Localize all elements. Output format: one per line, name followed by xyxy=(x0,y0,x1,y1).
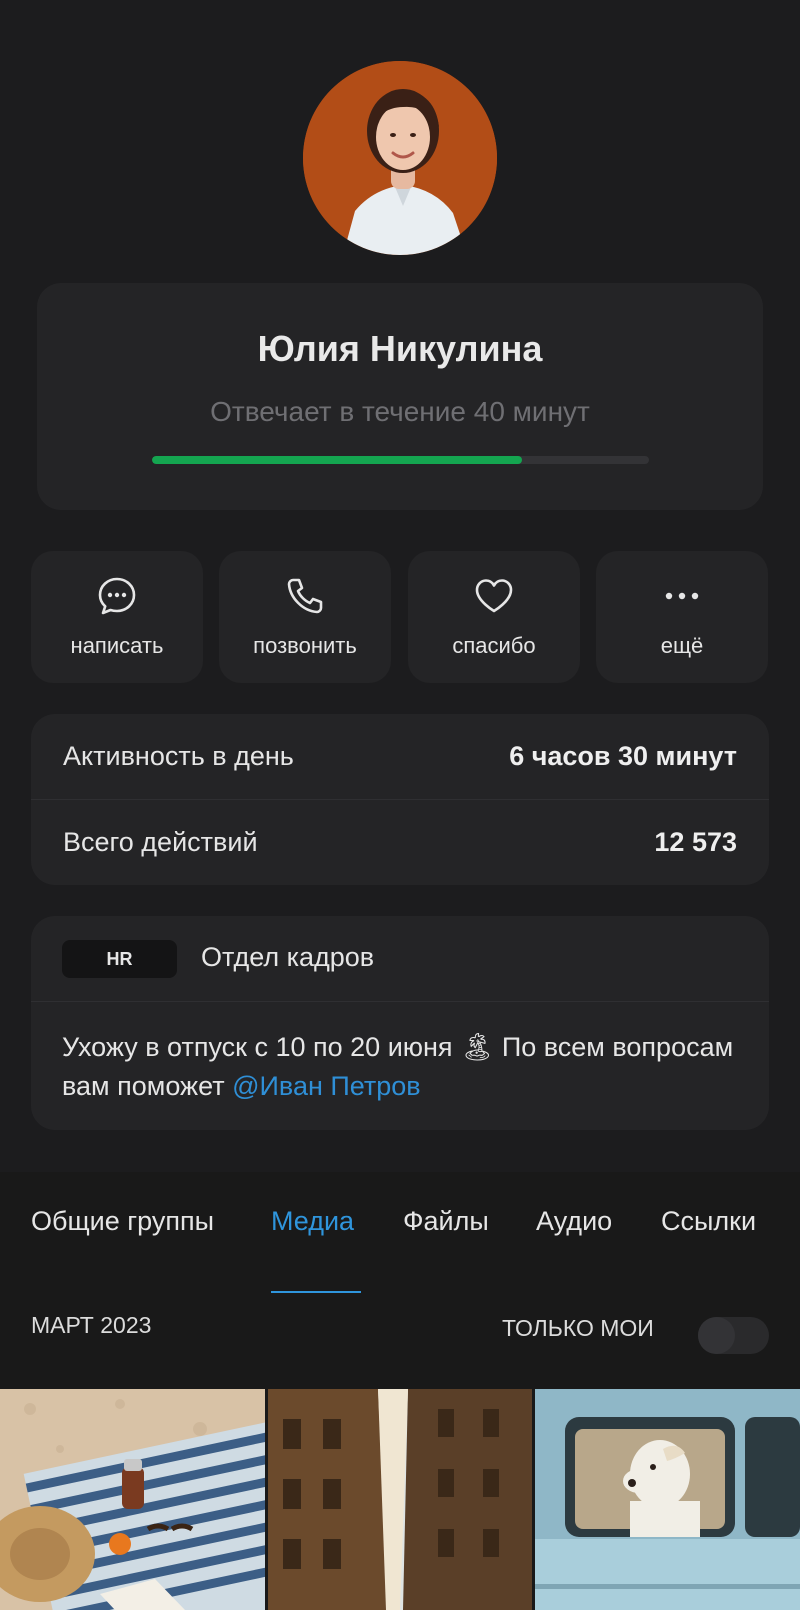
tab-audio[interactable]: Аудио xyxy=(536,1206,612,1237)
department-divider xyxy=(31,1001,769,1002)
write-button-label: написать xyxy=(70,633,164,658)
activity-stats-card: Активность в день 6 часов 30 минут Всего… xyxy=(31,714,769,885)
write-button[interactable]: написать xyxy=(31,551,203,683)
more-button[interactable]: ещё xyxy=(596,551,768,683)
heart-icon xyxy=(475,579,513,613)
department-badge: HR xyxy=(62,940,177,978)
total-actions-value: 12 573 xyxy=(654,827,737,857)
response-progress-bar xyxy=(152,456,649,464)
tab-media[interactable]: Медиа xyxy=(271,1206,354,1237)
tab-files[interactable]: Файлы xyxy=(403,1206,489,1237)
only-mine-label: ТОЛЬКО МОИ xyxy=(502,1315,654,1341)
phone-icon xyxy=(287,578,323,614)
media-thumbnail-dog-car[interactable] xyxy=(535,1389,800,1610)
avatar-photo xyxy=(303,61,497,255)
thanks-button[interactable]: спасибо xyxy=(408,551,580,683)
tab-links[interactable]: Ссылки xyxy=(661,1206,756,1237)
profile-name: Юлия Никулина xyxy=(257,328,543,369)
daily-activity-value: 6 часов 30 минут xyxy=(509,741,737,771)
media-thumbnail-street[interactable] xyxy=(268,1389,532,1610)
only-mine-toggle[interactable] xyxy=(698,1317,769,1354)
call-button[interactable]: позвонить xyxy=(219,551,391,683)
tab-bar: Общие группы Медиа Файлы Аудио Ссылки xyxy=(0,1196,800,1293)
call-button-label: позвонить xyxy=(253,633,357,658)
department-name[interactable]: Отдел кадров xyxy=(201,942,374,973)
tab-common-groups[interactable]: Общие группы xyxy=(31,1206,214,1237)
more-button-label: ещё xyxy=(660,633,704,658)
daily-activity-row: Активность в день 6 часов 30 минут xyxy=(31,714,769,799)
department-card: HR Отдел кадров Ухожу в отпуск с 10 по 2… xyxy=(31,916,769,1130)
street-photo xyxy=(268,1389,532,1610)
media-month-heading: МАРТ 2023 xyxy=(31,1312,152,1338)
total-actions-label: Всего действий xyxy=(63,827,258,857)
dog-in-car-photo xyxy=(535,1389,800,1610)
response-progress-fill xyxy=(152,456,523,464)
total-actions-row: Всего действий 12 573 xyxy=(31,800,769,885)
mention-link[interactable]: @Иван Петров xyxy=(232,1071,421,1101)
response-time-status: Отвечает в течение 40 минут xyxy=(210,396,590,427)
thanks-button-label: спасибо xyxy=(452,633,536,658)
daily-activity-label: Активность в день xyxy=(63,741,294,771)
active-tab-indicator xyxy=(271,1291,361,1293)
profile-card: Юлия Никулина Отвечает в течение 40 мину… xyxy=(37,283,763,510)
beach-photo xyxy=(0,1389,265,1610)
toggle-knob xyxy=(698,1317,735,1354)
chat-bubble-icon xyxy=(98,577,136,615)
media-thumbnail-beach[interactable] xyxy=(0,1389,265,1610)
status-message: Ухожу в отпуск с 10 по 20 июня 🏝 По всем… xyxy=(62,1028,742,1106)
more-dots-icon xyxy=(665,592,699,600)
profile-avatar[interactable] xyxy=(303,61,497,255)
